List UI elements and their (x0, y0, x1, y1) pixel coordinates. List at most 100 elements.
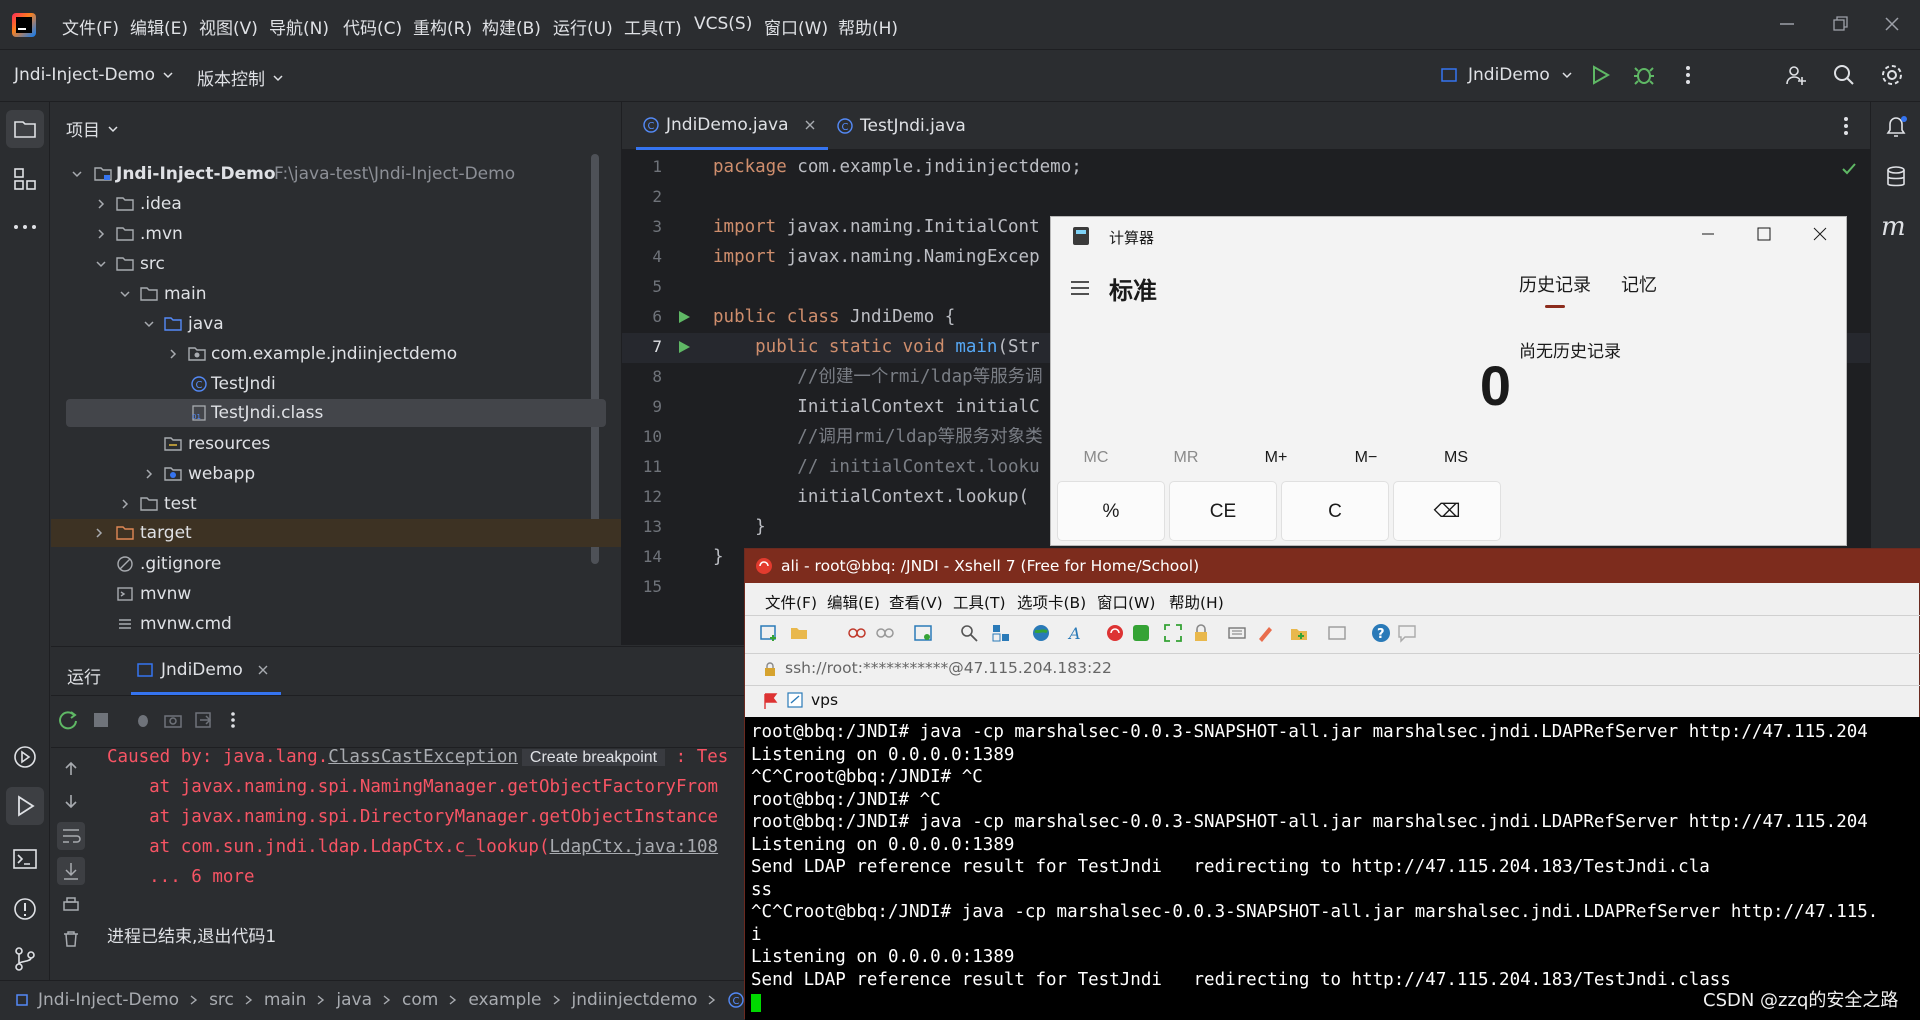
menu-help[interactable]: 帮助(H) (838, 14, 898, 39)
calc-close-icon[interactable] (1809, 223, 1831, 245)
globe-icon[interactable] (1031, 623, 1051, 643)
tab-history[interactable]: 历史记录 (1519, 271, 1591, 297)
debug-bug-icon[interactable] (133, 710, 153, 730)
rerun-icon[interactable] (57, 709, 79, 731)
trash-icon[interactable] (61, 929, 81, 949)
project-tool-button[interactable] (6, 110, 44, 148)
breadcrumb-item[interactable]: Jndi-Inject-Demo (38, 990, 179, 1010)
tree-item-target[interactable]: target (51, 519, 621, 547)
menu-window[interactable]: 窗口(W) (764, 14, 828, 39)
open-folder-icon[interactable] (789, 623, 809, 643)
more-actions-icon[interactable] (1676, 63, 1700, 87)
highlight-icon[interactable] (1255, 623, 1275, 643)
connect-icon[interactable] (847, 623, 867, 643)
fullscreen-icon[interactable] (1163, 623, 1183, 643)
soft-wrap-icon[interactable] (57, 822, 85, 850)
more-tools-icon[interactable] (10, 212, 40, 242)
xshell-menu-file[interactable]: 文件(F) (765, 591, 817, 613)
xshell-menu-help[interactable]: 帮助(H) (1169, 591, 1224, 613)
tab-run-config[interactable]: JndiDemo (131, 647, 281, 695)
close-tab-icon[interactable] (257, 664, 269, 676)
database-icon[interactable] (1883, 164, 1909, 190)
tunnel-icon[interactable] (1289, 623, 1309, 643)
xshell-menu-window[interactable]: 窗口(W) (1097, 591, 1155, 613)
run-gutter-icon[interactable] (676, 309, 692, 325)
xagent-icon[interactable] (1131, 623, 1151, 643)
menu-refactor[interactable]: 重构(R) (413, 14, 472, 39)
more-actions-icon[interactable] (223, 710, 243, 730)
menu-run[interactable]: 运行(U) (553, 14, 613, 39)
close-tab-icon[interactable] (803, 118, 817, 132)
clear-button[interactable]: C (1281, 481, 1389, 541)
breadcrumb-item[interactable]: java (336, 990, 372, 1010)
settings-gear-icon[interactable] (1880, 63, 1904, 87)
close-icon[interactable] (1880, 12, 1904, 36)
breadcrumb-item[interactable]: com (402, 990, 438, 1010)
project-view-selector[interactable]: 项目 (66, 116, 120, 141)
backspace-button[interactable]: ⌫ (1393, 481, 1501, 541)
scroll-up-icon[interactable] (61, 759, 81, 779)
session-tab-vps[interactable]: vps (787, 691, 838, 709)
minimize-icon[interactable] (1775, 12, 1799, 36)
memory-clear-button[interactable]: MC (1061, 449, 1131, 467)
stop-icon[interactable] (91, 710, 111, 730)
hamburger-menu-icon[interactable] (1069, 277, 1091, 299)
calc-maximize-icon[interactable] (1753, 223, 1775, 245)
disconnect-icon[interactable] (875, 623, 895, 643)
scrollbar[interactable] (591, 154, 599, 564)
run-config-selector[interactable]: JndiDemo (1440, 65, 1574, 85)
camera-icon[interactable] (163, 710, 183, 730)
menu-view[interactable]: 视图(V) (199, 14, 258, 39)
xftp-icon[interactable] (1105, 623, 1125, 643)
structure-icon[interactable] (10, 164, 40, 194)
memory-subtract-button[interactable]: M− (1331, 449, 1401, 467)
address-bar[interactable]: ssh://root:***********@47.115.204.183:22 (785, 659, 1112, 677)
services-icon[interactable] (10, 742, 40, 772)
xshell-menu-tools[interactable]: 工具(T) (953, 591, 1006, 613)
menu-code[interactable]: 代码(C) (343, 14, 402, 39)
tab-testjndi[interactable]: C TestJndi.java (828, 102, 978, 150)
problems-icon[interactable] (10, 894, 40, 924)
menu-build[interactable]: 构建(B) (482, 14, 541, 39)
chat-icon[interactable] (1397, 623, 1417, 643)
run-icon[interactable] (1588, 63, 1612, 87)
menu-file[interactable]: 文件(F) (62, 14, 119, 39)
keyboard-icon[interactable] (1227, 623, 1247, 643)
tab-memory[interactable]: 记忆 (1621, 271, 1657, 297)
print-icon[interactable] (61, 895, 81, 915)
xshell-menu-view[interactable]: 查看(V) (889, 591, 943, 613)
compose-icon[interactable] (1327, 623, 1347, 643)
session-flag-icon[interactable] (763, 692, 779, 710)
xshell-menu-edit[interactable]: 编辑(E) (827, 591, 880, 613)
memory-add-button[interactable]: M+ (1241, 449, 1311, 467)
exception-link[interactable]: ClassCastException (328, 747, 518, 767)
exit-icon[interactable] (193, 710, 213, 730)
create-breakpoint-button[interactable]: Create breakpoint (521, 749, 666, 766)
help-icon[interactable]: ? (1371, 623, 1391, 643)
xshell-menu-tabs[interactable]: 选项卡(B) (1017, 591, 1086, 613)
memory-recall-button[interactable]: MR (1151, 449, 1221, 467)
menu-navigate[interactable]: 导航(N) (269, 14, 329, 39)
scroll-to-end-icon[interactable] (57, 857, 85, 885)
breadcrumb-item[interactable]: src (209, 990, 234, 1010)
project-selector[interactable]: Jndi-Inject-Demo (14, 65, 175, 85)
breadcrumb-item[interactable]: jndiinjectdemo (572, 990, 698, 1010)
memory-store-button[interactable]: MS (1421, 449, 1491, 467)
search-icon[interactable] (1832, 63, 1856, 87)
find-icon[interactable] (959, 623, 979, 643)
new-session-icon[interactable] (759, 623, 779, 643)
properties-icon[interactable] (913, 623, 933, 643)
run-tool-button[interactable] (6, 787, 44, 825)
tree-item-root[interactable]: Jndi-Inject-Demo F:\java-test\Jndi-Injec… (68, 160, 603, 188)
menu-vcs[interactable]: VCS(S) (694, 14, 752, 34)
percent-button[interactable]: % (1057, 481, 1165, 541)
breadcrumb-item[interactable]: example (468, 990, 541, 1010)
breadcrumb-item[interactable]: main (264, 990, 306, 1010)
debug-icon[interactable] (1632, 63, 1656, 87)
maven-icon[interactable]: m (1881, 212, 1906, 242)
terminal-icon[interactable] (10, 844, 40, 874)
tab-options-icon[interactable] (1834, 114, 1858, 138)
restore-icon[interactable] (1828, 12, 1852, 36)
font-icon[interactable]: A (1067, 623, 1087, 643)
git-icon[interactable] (10, 944, 40, 974)
